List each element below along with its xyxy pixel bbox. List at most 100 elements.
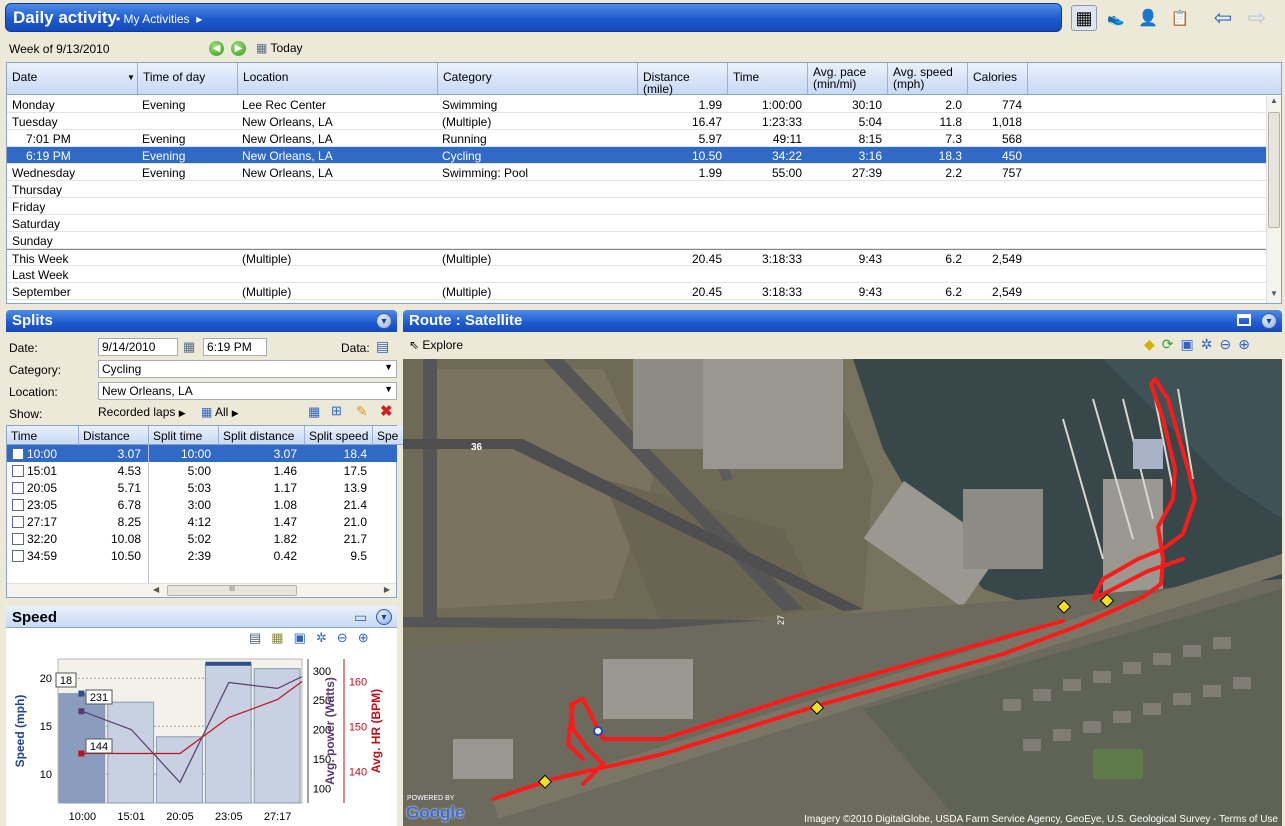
splits-column-header-3[interactable]: Split distance xyxy=(219,426,305,445)
add-split-icon[interactable]: ⊞ xyxy=(331,403,342,419)
activity-row[interactable]: Thursday xyxy=(7,181,1266,198)
splits-column-header-4[interactable]: Split speed xyxy=(305,426,373,445)
zoom-in-icon[interactable]: ⊕ xyxy=(1238,336,1257,352)
panel-layout-icon[interactable]: ▭ xyxy=(354,609,367,626)
speed-collapse-button[interactable]: ▼ xyxy=(376,609,392,625)
delete-icon[interactable]: ✖ xyxy=(380,402,393,420)
activity-row[interactable]: Sunday xyxy=(7,232,1266,249)
cell-speed: 2.0 xyxy=(945,98,962,112)
date-field[interactable]: 9/14/2010 xyxy=(98,338,178,356)
chart-icon[interactable]: ▦ xyxy=(271,630,293,645)
cell-loc: (Multiple) xyxy=(242,285,292,299)
table-icon[interactable]: ▤ xyxy=(249,630,271,645)
activity-row[interactable]: September (Multiple) (Multiple) 20.45 3:18:3… xyxy=(7,283,1266,300)
location-select[interactable]: New Orleans, LA ▼ xyxy=(98,382,397,400)
save-icon[interactable]: ▣ xyxy=(1181,336,1201,352)
splits-column-header-2[interactable]: Split time xyxy=(149,426,219,445)
split-row[interactable]: 34:59 10.50 2:39 0.42 9.5 xyxy=(7,547,397,564)
refresh-icon[interactable]: ⟳ xyxy=(1162,336,1181,352)
column-header-2[interactable]: Location xyxy=(238,63,438,94)
category-select[interactable]: Cycling ▼ xyxy=(98,360,397,378)
time-field[interactable]: 6:19 PM xyxy=(203,338,267,356)
split-row[interactable]: 23:05 6.78 3:00 1.08 21.4 xyxy=(7,496,397,513)
split-checkbox[interactable] xyxy=(12,482,24,494)
forward-button[interactable]: ⇨ xyxy=(1244,5,1270,31)
prev-week-button[interactable]: ◀ xyxy=(209,41,224,56)
back-button[interactable]: ⇦ xyxy=(1210,5,1236,31)
splits-column-header-1[interactable]: Distance xyxy=(79,426,149,445)
split-row[interactable]: 32:20 10.08 5:02 1.82 21.7 xyxy=(7,530,397,547)
splits-hscrollbar[interactable]: ◀ III ▶ xyxy=(7,583,396,597)
date-picker-icon[interactable]: ▦ xyxy=(183,339,195,355)
column-header-8[interactable]: Calories xyxy=(968,63,1028,94)
column-header-7[interactable]: Avg. speed (mph) xyxy=(888,63,968,94)
column-header-filler xyxy=(1028,63,1281,94)
equipment-button[interactable]: 📋 xyxy=(1167,5,1193,31)
sort-arrow-icon[interactable]: ▼ xyxy=(127,73,135,82)
next-week-button[interactable]: ▶ xyxy=(231,41,246,56)
activities-button[interactable]: 👟 xyxy=(1103,5,1129,31)
calculator-icon[interactable]: ▦ xyxy=(308,404,320,420)
explore-button[interactable]: ⇖ Explore xyxy=(409,338,463,352)
split-cell-dist: 10.50 xyxy=(110,549,141,563)
split-checkbox[interactable] xyxy=(12,533,24,545)
splits-collapse-button[interactable]: ▼ xyxy=(376,313,392,329)
column-header-4[interactable]: Distance (mile) xyxy=(638,63,728,95)
split-checkbox[interactable] xyxy=(12,550,24,562)
edit-pencil-icon[interactable]: ✎ xyxy=(356,403,368,420)
activity-row[interactable]: Friday xyxy=(7,198,1266,215)
activity-row[interactable]: 6:19 PM Evening New Orleans, LA Cycling 10.5… xyxy=(7,147,1266,164)
category-value: Cycling xyxy=(102,362,142,376)
split-cell-time: 34:59 xyxy=(27,549,58,563)
splits-column-header-5[interactable]: Spe xyxy=(373,426,403,445)
speed-bar xyxy=(156,736,203,804)
split-row[interactable]: 20:05 5.71 5:03 1.17 13.9 xyxy=(7,479,397,496)
route-collapse-button[interactable]: ▼ xyxy=(1261,313,1277,329)
breadcrumb-my-activities[interactable]: My Activities xyxy=(124,12,190,26)
zoom-in-icon[interactable]: ⊕ xyxy=(358,630,379,645)
satellite-map[interactable]: 36 27 POWERED BY Google Imagery ©2010 Di… xyxy=(403,359,1282,826)
split-checkbox[interactable] xyxy=(12,465,24,477)
activity-row[interactable]: Saturday xyxy=(7,215,1266,232)
speed-bar xyxy=(107,701,155,804)
column-header-5[interactable]: Time xyxy=(728,63,808,94)
activity-row[interactable]: 7:01 PM Evening New Orleans, LA Running 5.97… xyxy=(7,130,1266,147)
athlete-button[interactable]: 👤 xyxy=(1135,5,1161,31)
cell-date: Thursday xyxy=(12,183,63,197)
activity-table-scrollbar[interactable]: ▲ ▼ xyxy=(1266,96,1281,303)
split-checkbox[interactable] xyxy=(12,516,24,528)
split-row[interactable]: 15:01 4.53 5:00 1.46 17.5 xyxy=(7,462,397,479)
settings-icon[interactable]: ✲ xyxy=(1201,336,1220,352)
all-dropdown[interactable]: ▦ All ▶ xyxy=(201,405,239,419)
speed-chart[interactable]: 20151030025020015010016015014010:00 15:01… xyxy=(6,651,397,826)
split-checkbox[interactable] xyxy=(12,499,24,511)
split-checkbox[interactable] xyxy=(12,448,24,460)
cell-time: 3:18:33 xyxy=(761,285,802,299)
split-row[interactable]: 10:00 3.07 10:00 3.07 18.4 xyxy=(7,445,397,462)
split-cell-sspeed: 21.0 xyxy=(343,515,367,529)
panel-layout-icon[interactable] xyxy=(1237,314,1251,326)
settings-icon[interactable]: ✲ xyxy=(316,630,337,645)
column-header-0[interactable]: Date xyxy=(7,63,138,94)
split-row[interactable]: 27:17 8.25 4:12 1.47 21.0 xyxy=(7,513,397,530)
column-header-1[interactable]: Time of day xyxy=(138,63,238,94)
today-button[interactable]: ▦ Today xyxy=(256,41,303,55)
column-header-3[interactable]: Category xyxy=(438,63,638,94)
zoom-out-icon[interactable]: ⊖ xyxy=(337,630,358,645)
zoom-out-icon[interactable]: ⊖ xyxy=(1219,336,1238,352)
week-label: Week of 9/13/2010 xyxy=(9,42,110,56)
data-icon[interactable]: ▤ xyxy=(376,338,389,355)
activity-row[interactable]: Last Week xyxy=(7,266,1266,283)
waypoint-icon[interactable]: ◆ xyxy=(1144,336,1162,352)
activity-row[interactable]: Monday Evening Lee Rec Center Swimming 1.99 1… xyxy=(7,96,1266,113)
calendar-small-icon: ▦ xyxy=(256,41,268,55)
column-header-6[interactable]: Avg. pace (min/mi) xyxy=(808,63,888,94)
breadcrumb[interactable]: • My Activities ▸ xyxy=(116,12,202,26)
save-icon[interactable]: ▣ xyxy=(294,630,316,645)
activity-row[interactable]: Tuesday New Orleans, LA (Multiple) 16.47 1:2… xyxy=(7,113,1266,130)
activity-row[interactable]: Wednesday Evening New Orleans, LA Swimming:… xyxy=(7,164,1266,181)
recorded-laps-dropdown[interactable]: Recorded laps ▶ xyxy=(98,405,186,419)
splits-column-header-0[interactable]: Time xyxy=(7,426,79,445)
calendar-view-button[interactable]: ▦ xyxy=(1071,5,1097,31)
activity-row[interactable]: This Week (Multiple) (Multiple) 20.45 3:18:3… xyxy=(7,249,1266,266)
